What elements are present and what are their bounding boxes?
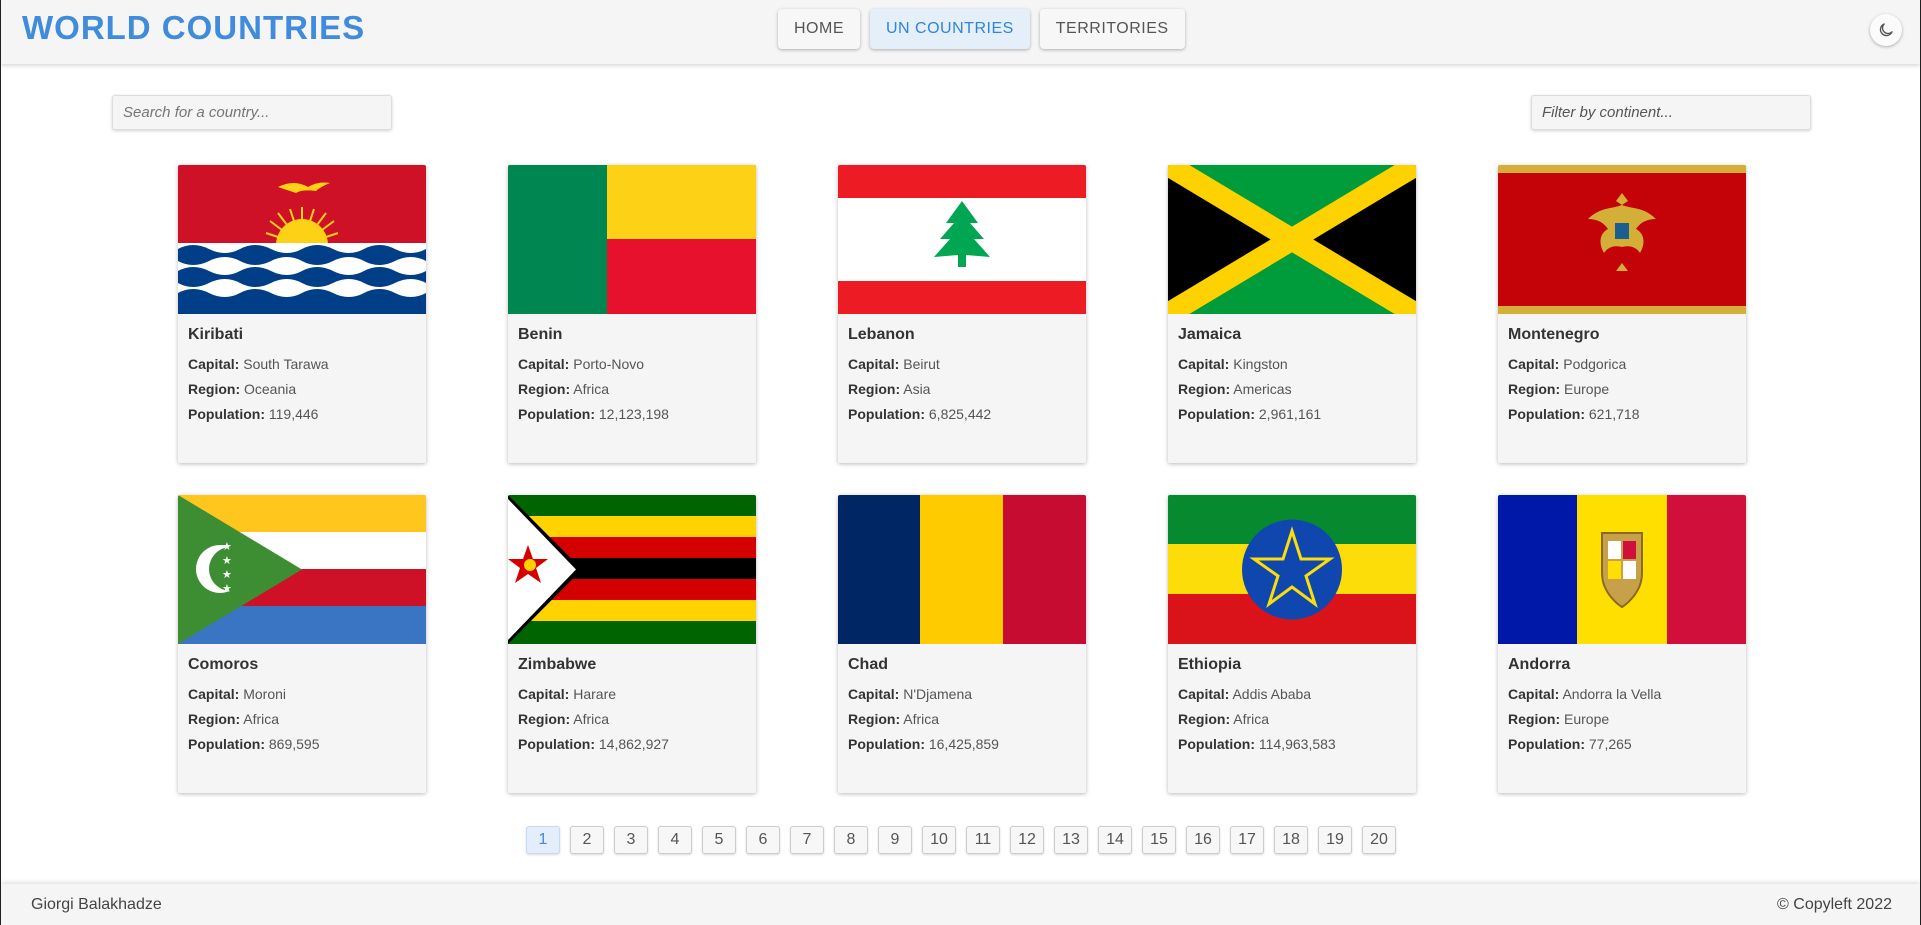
region-row: Region: Africa (188, 711, 280, 727)
page-button-9[interactable]: 9 (878, 826, 912, 854)
country-card[interactable]: Kiribati Capital: South Tarawa Region: O… (178, 165, 426, 463)
footer-copyright: © Copyleft 2022 (1777, 896, 1892, 913)
capital-row: Capital: Addis Ababa (1178, 686, 1312, 702)
population-row: Population: 14,862,927 (518, 736, 669, 752)
page-button-5[interactable]: 5 (702, 826, 736, 854)
page-button-15[interactable]: 15 (1142, 826, 1176, 854)
page-button-11[interactable]: 11 (966, 826, 1000, 854)
capital-row: Capital: Porto-Novo (518, 356, 645, 372)
region-row: Region: Europe (1508, 711, 1610, 727)
page-button-8[interactable]: 8 (834, 826, 868, 854)
population-row: Population: 621,718 (1508, 406, 1640, 422)
moon-icon (1879, 23, 1893, 37)
app-header: WORLD COUNTRIES HOME UN COUNTRIES TERRIT… (1, 0, 1920, 64)
capital-row: Capital: Moroni (188, 686, 287, 702)
page-button-6[interactable]: 6 (746, 826, 780, 854)
region-row: Region: Oceania (188, 381, 297, 397)
region-row: Region: Africa (848, 711, 940, 727)
nav-home-button[interactable]: HOME (778, 9, 860, 49)
pagination: 1 2 3 4 5 6 7 8 9 10 11 12 13 14 15 16 1… (526, 826, 1396, 854)
region-row: Region: Asia (848, 381, 931, 397)
page-button-2[interactable]: 2 (570, 826, 604, 854)
country-card[interactable]: Zimbabwe Capital: Harare Region: Africa … (508, 495, 756, 793)
app-logo[interactable]: WORLD COUNTRIES (22, 9, 365, 47)
benin-flag-icon (508, 165, 756, 314)
svg-text:★: ★ (222, 568, 232, 581)
theme-toggle-button[interactable] (1870, 14, 1902, 46)
page-button-4[interactable]: 4 (658, 826, 692, 854)
region-row: Region: Africa (518, 711, 610, 727)
capital-row: Capital: Kingston (1178, 356, 1288, 372)
app-footer: Giorgi Balakhadze © Copyleft 2022 (1, 884, 1920, 925)
ethiopia-flag-icon (1168, 495, 1416, 644)
population-row: Population: 869,595 (188, 736, 320, 752)
jamaica-flag-icon (1168, 165, 1416, 314)
page-button-12[interactable]: 12 (1010, 826, 1044, 854)
page-button-10[interactable]: 10 (922, 826, 956, 854)
capital-row: Capital: Beirut (848, 356, 940, 372)
country-name: Comoros (188, 656, 259, 673)
zimbabwe-flag-icon (508, 495, 756, 644)
page-button-17[interactable]: 17 (1230, 826, 1264, 854)
comoros-flag-icon: ★★★★ (178, 495, 426, 644)
country-card[interactable]: Benin Capital: Porto-Novo Region: Africa… (508, 165, 756, 463)
search-input[interactable] (112, 95, 392, 130)
andorra-flag-icon (1498, 495, 1746, 644)
montenegro-flag-icon (1498, 165, 1746, 314)
continent-filter-placeholder: Filter by continent... (1542, 104, 1673, 121)
capital-row: Capital: Andorra la Vella (1508, 686, 1662, 702)
region-row: Region: Europe (1508, 381, 1610, 397)
svg-text:★: ★ (222, 540, 232, 553)
population-row: Population: 119,446 (188, 406, 319, 422)
page-button-7[interactable]: 7 (790, 826, 824, 854)
country-card[interactable]: ★ ★ ★ ★ Comoros Capital: Moroni Region: Afr… (178, 495, 426, 793)
country-card[interactable]: Lebanon Capital: Beirut Region: Asia Pop… (838, 165, 1086, 463)
page-button-14[interactable]: 14 (1098, 826, 1132, 854)
svg-text:★: ★ (222, 582, 232, 595)
page-button-1[interactable]: 1 (526, 826, 560, 854)
kiribati-flag-icon (178, 165, 426, 314)
country-name: Chad (848, 656, 888, 673)
region-row: Region: Americas (1178, 381, 1292, 397)
population-row: Population: 114,963,583 (1178, 736, 1336, 752)
page-button-18[interactable]: 18 (1274, 826, 1308, 854)
region-row: Region: Africa (518, 381, 610, 397)
capital-row: Capital: N'Djamena (848, 686, 973, 702)
country-card[interactable]: Andorra Capital: Andorra la Vella Region… (1498, 495, 1746, 793)
country-name: Andorra (1508, 656, 1571, 673)
capital-row: Capital: Harare (518, 686, 617, 702)
lebanon-flag-icon (838, 165, 1086, 314)
footer-author: Giorgi Balakhadze (31, 896, 162, 913)
capital-row: Capital: Podgorica (1508, 356, 1627, 372)
country-card[interactable]: Chad Capital: N'Djamena Region: Africa P… (838, 495, 1086, 793)
page-button-19[interactable]: 19 (1318, 826, 1352, 854)
country-name: Zimbabwe (518, 656, 597, 673)
country-card[interactable]: Montenegro Capital: Podgorica Region: Eu… (1498, 165, 1746, 463)
population-row: Population: 77,265 (1508, 736, 1632, 752)
population-row: Population: 6,825,442 (848, 406, 992, 422)
country-name: Kiribati (188, 326, 244, 343)
main-nav: HOME UN COUNTRIES TERRITORIES (778, 9, 1185, 49)
country-card[interactable]: Ethiopia Capital: Addis Ababa Region: Af… (1168, 495, 1416, 793)
page-button-3[interactable]: 3 (614, 826, 648, 854)
country-name: Lebanon (848, 326, 915, 343)
country-name: Montenegro (1508, 326, 1600, 343)
svg-text:★: ★ (222, 554, 232, 567)
population-row: Population: 16,425,859 (848, 736, 999, 752)
nav-un-countries-button[interactable]: UN COUNTRIES (870, 9, 1030, 49)
country-card[interactable]: Jamaica Capital: Kingston Region: Americ… (1168, 165, 1416, 463)
country-name: Ethiopia (1178, 656, 1242, 673)
nav-territories-button[interactable]: TERRITORIES (1039, 9, 1185, 49)
continent-filter-select[interactable]: Filter by continent... (1531, 95, 1811, 130)
page-button-13[interactable]: 13 (1054, 826, 1088, 854)
country-name: Jamaica (1178, 326, 1242, 343)
chad-flag-icon (838, 495, 1086, 644)
page-button-16[interactable]: 16 (1186, 826, 1220, 854)
page-button-20[interactable]: 20 (1362, 826, 1396, 854)
population-row: Population: 2,961,161 (1178, 406, 1322, 422)
population-row: Population: 12,123,198 (518, 406, 669, 422)
capital-row: Capital: South Tarawa (188, 356, 329, 372)
country-name: Benin (518, 326, 563, 343)
region-row: Region: Africa (1178, 711, 1270, 727)
